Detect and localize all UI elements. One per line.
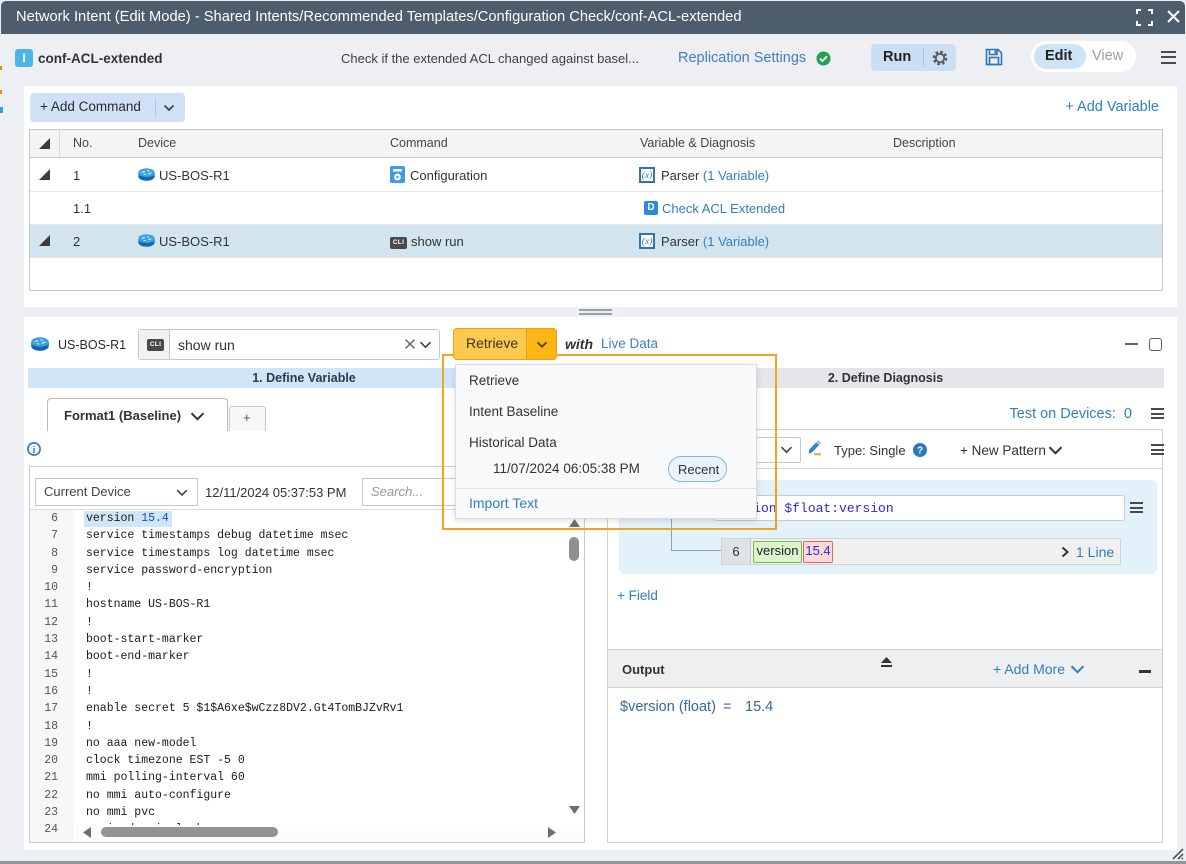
svg-text:i: i	[33, 445, 36, 456]
svg-text:?: ?	[917, 446, 923, 457]
svg-text:(x): (x)	[642, 170, 653, 181]
svg-text:(x): (x)	[642, 236, 653, 247]
